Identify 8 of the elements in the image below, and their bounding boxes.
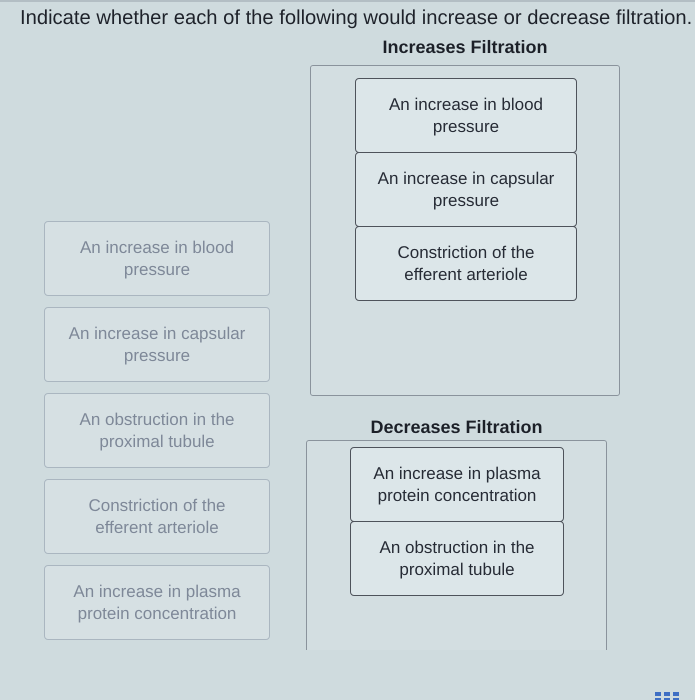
instruction-text: Indicate whether each of the following would increase or decrease filtration. xyxy=(20,6,692,31)
answer-card[interactable]: An increase in plasma protein concentration xyxy=(350,447,564,522)
answer-card[interactable]: Constriction of the efferent arteriole xyxy=(355,226,577,301)
answer-card[interactable]: An obstruction in the proximal tubule xyxy=(350,521,564,596)
answer-card[interactable]: An increase in capsular pressure xyxy=(355,152,577,227)
bin-title: Decreases Filtration xyxy=(370,416,543,438)
bin-title: Increases Filtration xyxy=(382,36,548,58)
answer-card[interactable]: An increase in blood pressure xyxy=(355,78,577,153)
